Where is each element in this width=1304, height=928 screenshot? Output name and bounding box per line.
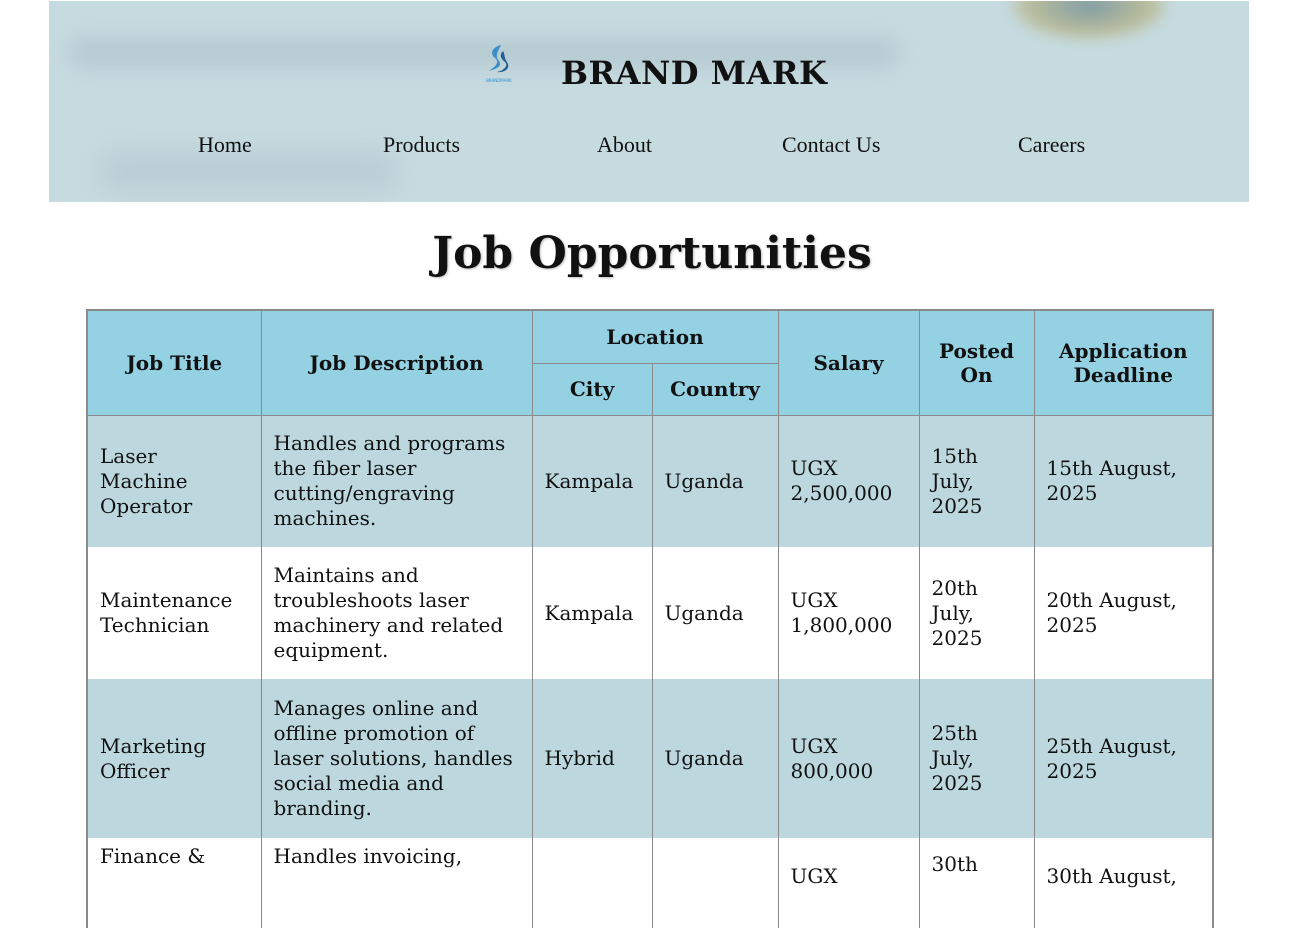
job-description-cell: Manages online and offline promotion of … (260, 679, 533, 838)
column-header-salary: Salary (777, 309, 920, 416)
salary-cell: UGX (777, 838, 920, 928)
salary-cell: UGX 1,800,000 (777, 547, 920, 679)
column-header-country: Country (651, 362, 779, 416)
salary-cell: UGX 2,500,000 (777, 415, 920, 547)
posted-on-cell: 30th (918, 838, 1035, 928)
column-header-location: Location (531, 309, 779, 364)
job-description-cell: Handles invoicing, (260, 838, 533, 928)
city-cell: Hybrid (531, 679, 653, 838)
page-title: Job Opportunities (432, 228, 872, 279)
column-header-job-description: Job Description (260, 309, 533, 416)
logo-text: BRANDMARK (486, 78, 512, 83)
nav-item-about[interactable]: About (597, 132, 652, 158)
column-header-application-deadline: Application Deadline (1033, 309, 1214, 416)
nav-item-contact-us[interactable]: Contact Us (782, 132, 880, 158)
deadline-cell: 30th August, (1033, 838, 1214, 928)
posted-on-cell: 15th July, 2025 (918, 415, 1035, 547)
nav-item-products[interactable]: Products (383, 132, 460, 158)
country-cell: Uganda (651, 415, 779, 547)
country-cell (651, 838, 779, 928)
nav-item-home[interactable]: Home (198, 132, 252, 158)
posted-on-cell: 20th July, 2025 (918, 547, 1035, 679)
column-header-posted-on: Posted On (918, 309, 1035, 416)
city-cell: Kampala (531, 547, 653, 679)
salary-cell: UGX 800,000 (777, 679, 920, 838)
header-background-decoration (1009, 1, 1169, 41)
table-row: Finance & Handles invoicing, UGX 30th 30… (86, 838, 1214, 928)
deadline-cell: 20th August, 2025 (1033, 547, 1214, 679)
job-title-cell: Marketing Officer (86, 679, 262, 838)
country-cell: Uganda (651, 547, 779, 679)
brand-logo-icon[interactable]: BRANDMARK (479, 41, 519, 87)
deadline-cell: 25th August, 2025 (1033, 679, 1214, 838)
main-navigation: Home Products About Contact Us Careers (49, 132, 1249, 162)
column-header-job-title: Job Title (86, 309, 262, 416)
nav-item-careers[interactable]: Careers (1018, 132, 1085, 158)
table-row: Laser Machine Operator Handles and progr… (86, 415, 1214, 547)
posted-on-cell: 25th July, 2025 (918, 679, 1035, 838)
table-row: Marketing Officer Manages online and off… (86, 679, 1214, 838)
job-title-cell: Finance & (86, 838, 262, 928)
column-header-city: City (531, 362, 653, 416)
brand-name: BRAND MARK (561, 54, 828, 92)
job-description-cell: Maintains and troubleshoots laser machin… (260, 547, 533, 679)
country-cell: Uganda (651, 679, 779, 838)
jobs-table: Job Title Job Description Location Salar… (86, 309, 1215, 928)
job-title-cell: Maintenance Technician (86, 547, 262, 679)
city-cell (531, 838, 653, 928)
site-header: BRANDMARK BRAND MARK Home Products About… (49, 1, 1249, 202)
job-title-cell: Laser Machine Operator (86, 415, 262, 547)
deadline-cell: 15th August, 2025 (1033, 415, 1214, 547)
table-row: Maintenance Technician Maintains and tro… (86, 547, 1214, 679)
job-description-cell: Handles and programs the fiber laser cut… (260, 415, 533, 547)
city-cell: Kampala (531, 415, 653, 547)
